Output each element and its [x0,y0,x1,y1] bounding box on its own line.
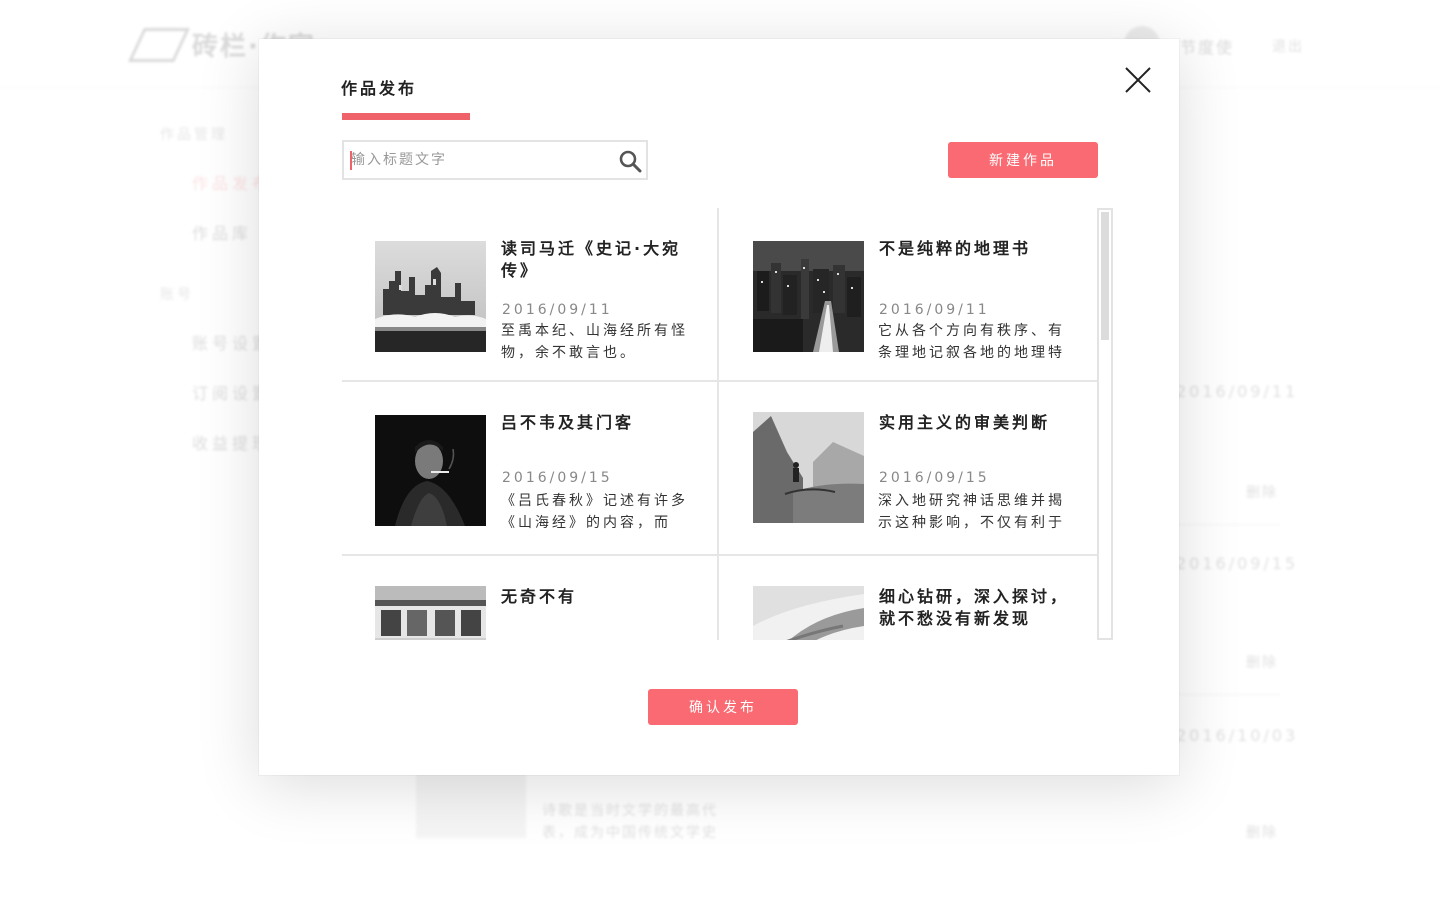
night-city-photo [753,241,864,352]
work-description: 至禹本纪、山海经所有怪物，余不敢言也。 [501,323,688,361]
work-card[interactable]: 无奇不有 [342,556,719,640]
work-date: 2016/09/15 [879,470,990,486]
mountain-cliff-photo [753,412,864,523]
work-title: 读司马迁《史记·大宛传》 [501,239,682,280]
work-description: 它从各个方向有秩序、有条理地记叙各地的地理特 [878,323,1065,361]
title-underline [342,113,470,120]
close-icon [1125,67,1151,93]
work-card[interactable]: 不是纯粹的地理书 2016/09/11 它从各个方向有秩序、有条理地记叙各地的地… [719,208,1098,382]
search-input[interactable] [344,142,614,178]
work-card[interactable]: 实用主义的审美判断 2016/09/15 深入地研究神话思维并揭示这种影响，不仅… [719,382,1098,556]
work-card[interactable]: 读司马迁《史记·大宛传》 2016/09/11 至禹本纪、山海经所有怪物，余不敢… [342,208,719,382]
work-title: 吕不韦及其门客 [501,413,635,432]
hand-closeup-photo [753,586,864,640]
logo-mark-icon [128,27,190,62]
delete-link[interactable]: 删除 [1246,822,1278,842]
confirm-publish-button[interactable]: 确认发布 [648,689,798,725]
work-date: 2016/09/15 [502,470,613,486]
snippet-line: 诗歌是当时文学的最高代 [542,803,718,819]
works-scrollbar[interactable] [1097,208,1113,640]
search-icon[interactable] [618,149,642,173]
publish-dialog: 作品发布 新建作品 [259,39,1179,775]
search-box [342,140,648,180]
work-title: 不是纯粹的地理书 [879,239,1032,258]
work-title: 细心钻研，深入探讨，就不愁没有新发现 [879,587,1070,628]
list-date: 2016/10/03 [1176,726,1299,745]
list-date: 2016/09/15 [1176,554,1299,573]
snippet-line: 表，成为中国传统文学史 [542,825,718,841]
delete-link[interactable]: 删除 [1246,652,1278,672]
work-date: 2016/09/11 [502,302,613,318]
work-description: 深入地研究神话思维并揭示这种影响，不仅有利于 [878,493,1065,531]
list-date: 2016/09/11 [1176,382,1299,401]
work-title: 实用主义的审美判断 [879,413,1051,432]
castle-ruins-photo [375,241,486,352]
work-card[interactable]: 细心钻研，深入探讨，就不愁没有新发现 [719,556,1098,640]
sidebar-section-works: 作品管理 [160,127,228,143]
work-date: 2016/09/11 [879,302,990,318]
work-description: 《吕氏春秋》记述有许多《山海经》的内容，而 [501,493,688,531]
sidebar: 作品管理 作品发布 作品库 账号 账号设置 订阅设置 收益提现 [160,124,272,480]
scrollbar-thumb[interactable] [1101,212,1109,340]
new-work-button[interactable]: 新建作品 [948,142,1098,178]
close-button[interactable] [1125,67,1151,93]
smoking-man-photo [375,415,486,526]
dialog-title: 作品发布 [341,79,418,98]
works-list: 读司马迁《史记·大宛传》 2016/09/11 至禹本纪、山海经所有怪物，余不敢… [342,208,1098,640]
list-snippet: 诗歌是当时文学的最高代 表，成为中国传统文学史 [542,800,718,844]
work-title: 无奇不有 [501,587,578,606]
delete-link[interactable]: 删除 [1246,482,1278,502]
username[interactable]: 节度使 [1180,34,1234,58]
logout-link[interactable]: 退出 [1272,36,1304,56]
text-caret [350,151,352,170]
work-card[interactable]: 吕不韦及其门客 2016/09/15 《吕氏春秋》记述有许多《山海经》的内容，而 [342,382,719,556]
sidebar-section-account: 账号 [160,287,194,303]
street-building-photo [375,586,486,640]
